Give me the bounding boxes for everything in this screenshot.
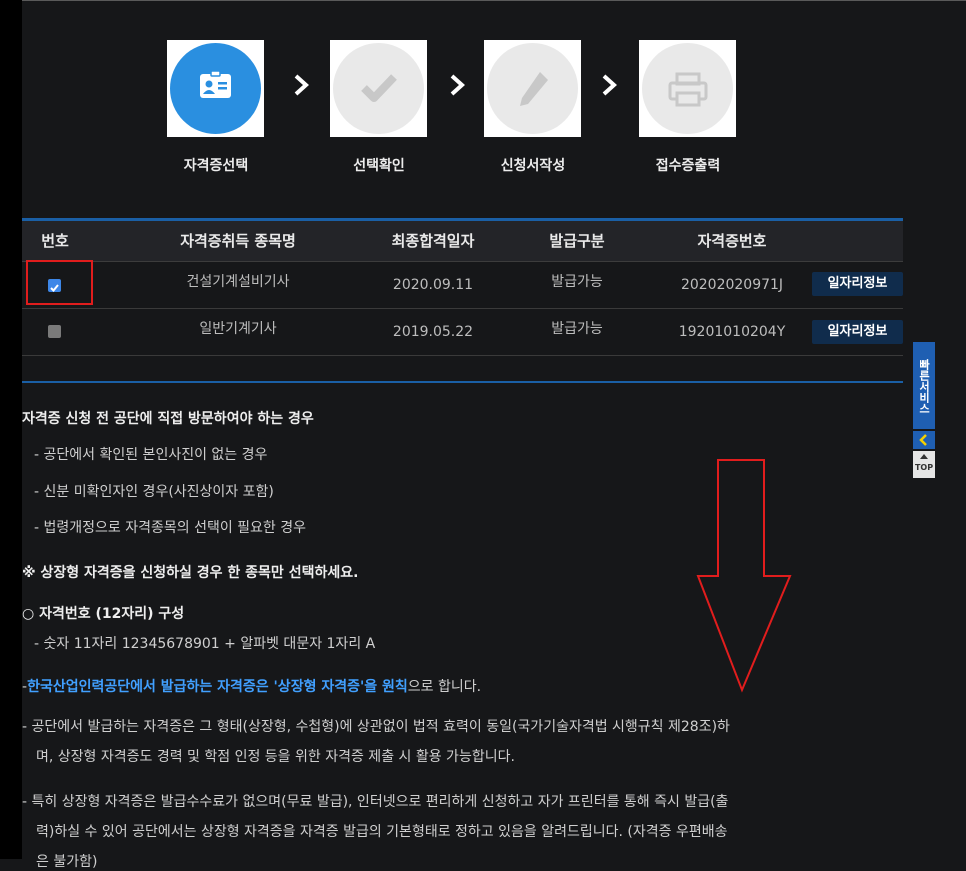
top-label: TOP (914, 463, 934, 472)
paragraph-line: 력)하실 수 있어 공단에서는 상장형 자격증을 자격증 발급의 기본형태로 정… (36, 824, 728, 840)
job-info-button[interactable]: 일자리정보 (812, 320, 903, 344)
cell-cert-number: 20202020971J (680, 277, 784, 293)
warning-text: ※ 상장형 자격증을 신청하실 경우 한 종목만 선택하세요. (22, 565, 359, 581)
header-number: 번호 (41, 232, 69, 250)
cell-item-name: 건설기계설비기사 (186, 274, 290, 290)
paragraph-line: - 공단에서 발급하는 자격증은 그 형태(상장형, 수첩형)에 상관없이 법적… (22, 719, 730, 735)
paragraph-line: 며, 상장형 자격증도 경력 및 학점 인정 등을 위한 자격증 제출 시 활용… (36, 749, 515, 765)
row-checkbox[interactable] (48, 325, 61, 338)
red-down-arrow-annotation (696, 459, 792, 693)
notice-item: - 법령개정으로 자격종목의 선택이 필요한 경우 (34, 520, 307, 536)
step-arrow-icon (602, 74, 617, 96)
cell-item-name: 일반기계기사 (199, 321, 277, 337)
header-cert-number: 자격증번호 (697, 232, 767, 250)
step-label: 선택확인 (353, 158, 405, 174)
notice-item: - 신분 미확인자인 경우(사진상이자 포함) (34, 484, 274, 500)
step-print-receipt (639, 40, 736, 137)
left-edge-strip (0, 0, 22, 859)
header-pass-date: 최종합격일자 (391, 232, 475, 250)
paragraph-line: - 특히 상장형 자격증은 발급수수료가 없으며(무료 발급), 인터넷으로 편… (22, 794, 729, 810)
cell-pass-date: 2020.09.11 (392, 277, 474, 293)
cert-number-title: ○ 자격번호 (12자리) 구성 (22, 606, 185, 622)
notice-heading: 자격증 신청 전 공단에 직접 방문하여야 하는 경우 (22, 411, 314, 427)
quick-service-label: 빠른서비스 (917, 358, 931, 414)
cell-cert-number: 19201010204Y (678, 324, 786, 340)
step-label: 자격증선택 (183, 158, 249, 174)
step-label: 접수증출력 (655, 158, 721, 174)
checkmark-icon (361, 74, 397, 102)
principle-suffix: 으로 합니다. (407, 679, 482, 695)
job-info-button[interactable]: 일자리정보 (812, 272, 903, 296)
cell-issue-type: 발급가능 (551, 321, 603, 337)
cell-issue-type: 발급가능 (551, 274, 603, 290)
table-header: 번호 자격증취득 종목명 최종합격일자 발급구분 자격증번호 (22, 221, 903, 262)
highlight-box (26, 260, 93, 305)
step-label: 신청서작성 (500, 158, 566, 174)
quick-service-button[interactable]: 빠른서비스 (913, 342, 935, 429)
paragraph-line: 은 불가함) (36, 854, 98, 870)
principle-text: -한국산업인력공단에서 발급하는 자격증은 '상장형 자격증'을 원칙으로 합니… (22, 676, 481, 696)
cell-pass-date: 2019.05.22 (392, 324, 474, 340)
header-issue-type: 발급구분 (549, 232, 605, 250)
step-arrow-icon (450, 74, 465, 96)
id-card-icon (200, 70, 231, 98)
principle-highlight: 한국산업인력공단에서 발급하는 자격증은 '상장형 자격증'을 원칙 (27, 679, 408, 695)
pencil-icon (520, 72, 548, 106)
chevron-left-icon (919, 434, 927, 446)
table-row: 일반기계기사 2019.05.22 발급가능 19201010204Y 일자리정… (22, 309, 903, 356)
step-confirm-selection (330, 40, 427, 137)
step-write-application (484, 40, 581, 137)
table-row: 건설기계설비기사 2020.09.11 발급가능 20202020971J 일자… (22, 260, 903, 309)
cert-number-detail: - 숫자 11자리 12345678901 + 알파벳 대문자 1자리 A (34, 636, 376, 652)
step-arrow-icon (294, 74, 309, 96)
quick-service-toggle[interactable] (913, 431, 935, 449)
header-item-name: 자격증취득 종목명 (180, 232, 296, 250)
section-divider (22, 381, 903, 383)
step-select-certificate (167, 40, 264, 137)
notice-item: - 공단에서 확인된 본인사진이 없는 경우 (34, 447, 268, 463)
scroll-top-button[interactable]: TOP (913, 451, 935, 478)
arrow-up-icon (920, 454, 928, 459)
top-divider (22, 0, 966, 1)
printer-icon (668, 72, 708, 107)
